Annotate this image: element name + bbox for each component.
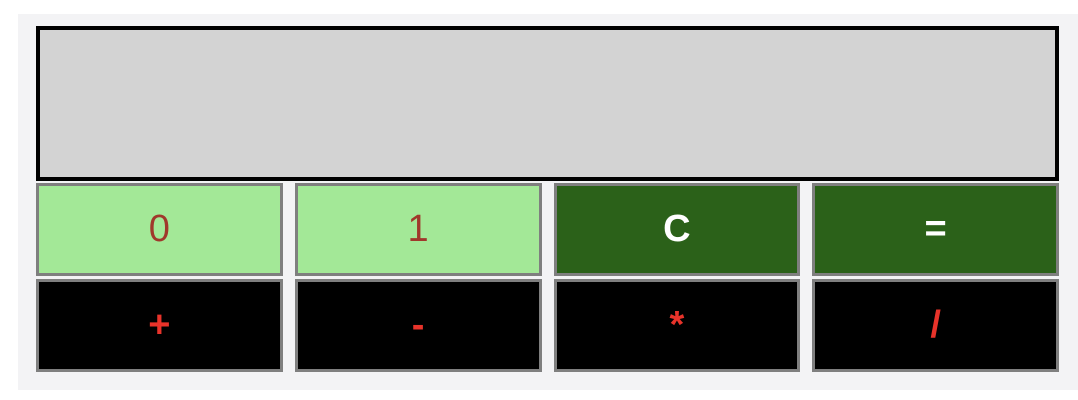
multiply-button[interactable]: * <box>553 279 801 372</box>
calculator-display <box>36 26 1059 181</box>
key-one-button[interactable]: 1 <box>294 183 542 276</box>
calculator-keypad: 0 1 C = + - * / <box>36 183 1059 372</box>
equals-button[interactable]: = <box>812 183 1059 276</box>
key-zero-button[interactable]: 0 <box>36 183 283 276</box>
plus-button[interactable]: + <box>36 279 283 372</box>
minus-button[interactable]: - <box>294 279 542 372</box>
divide-button[interactable]: / <box>812 279 1059 372</box>
clear-button[interactable]: C <box>553 183 801 276</box>
